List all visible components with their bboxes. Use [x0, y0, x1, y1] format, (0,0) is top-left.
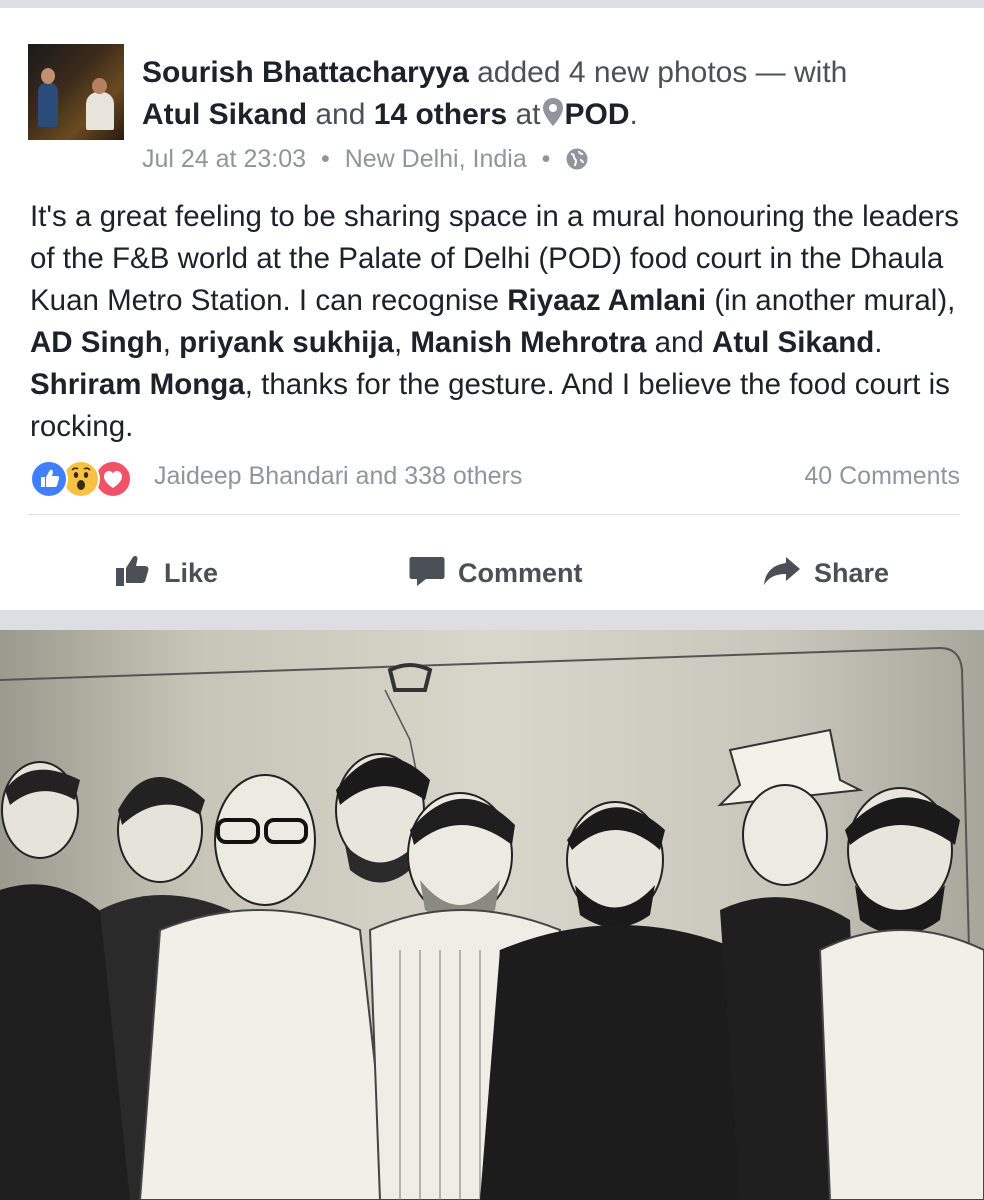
comment-icon — [408, 551, 458, 596]
like-button[interactable]: Like — [114, 548, 218, 598]
mention-manish-mehrotra[interactable]: Manish Mehrotra — [410, 326, 646, 359]
post-timestamp[interactable]: Jul 24 at 23:03 — [142, 145, 306, 173]
map-pin-icon — [541, 97, 565, 139]
post-meta: Jul 24 at 23:03 • New Delhi, India • — [142, 142, 589, 180]
tagged-others-link[interactable]: 14 others — [374, 98, 507, 131]
feed-top-gap — [0, 0, 984, 8]
header-period: . — [629, 98, 638, 131]
reactions-bar: Jaideep Bhandari and 338 others 40 Comme… — [30, 458, 960, 500]
meta-separator: • — [541, 145, 551, 173]
author-avatar[interactable] — [28, 44, 124, 140]
mural-illustration — [0, 646, 984, 1200]
meta-separator: • — [320, 145, 330, 173]
reactions-summary[interactable]: Jaideep Bhandari and 338 others — [154, 462, 522, 491]
thumbs-up-icon — [114, 551, 164, 596]
share-label: Share — [814, 557, 890, 588]
body-text-segment: , — [162, 326, 180, 359]
body-text-segment: and — [646, 326, 713, 359]
globe-icon[interactable] — [565, 146, 589, 180]
comment-label: Comment — [458, 557, 583, 588]
post-header: Sourish Bhattacharyya added 4 new photos… — [142, 52, 962, 139]
post-photo[interactable] — [0, 630, 984, 1200]
place-link[interactable]: POD — [565, 98, 630, 131]
post-action-text: added 4 new photos — with — [477, 56, 848, 89]
tagged-person[interactable]: Atul Sikand — [142, 98, 307, 131]
like-reaction-icon[interactable] — [30, 460, 68, 498]
mention-ad-singh[interactable]: AD Singh — [30, 326, 163, 359]
mention-riyaaz-amlani[interactable]: Riyaaz Amlani — [507, 284, 706, 317]
comment-button[interactable]: Comment — [408, 548, 583, 598]
mention-priyank-sukhija[interactable]: priyank sukhija — [179, 326, 394, 359]
and-text: and — [315, 98, 366, 131]
body-text-segment: (in another mural), — [706, 284, 956, 317]
author-name[interactable]: Sourish Bhattacharyya — [142, 56, 469, 89]
comments-count[interactable]: 40 Comments — [804, 462, 960, 491]
post-body: It's a great feeling to be sharing space… — [30, 196, 960, 448]
mention-atul-sikand[interactable]: Atul Sikand — [712, 326, 874, 359]
mention-shriram-monga[interactable]: Shriram Monga — [30, 368, 245, 401]
body-text-segment: , — [393, 326, 411, 359]
post-card: Sourish Bhattacharyya added 4 new photos… — [0, 8, 984, 610]
like-label: Like — [164, 557, 219, 588]
share-button[interactable]: Share — [762, 548, 889, 598]
post-actions: Like Comment Share — [0, 548, 984, 598]
actions-divider — [28, 514, 960, 515]
post-location[interactable]: New Delhi, India — [345, 145, 527, 173]
at-text: at — [515, 98, 541, 131]
share-arrow-icon — [762, 551, 814, 596]
body-text-segment: . — [874, 326, 883, 359]
